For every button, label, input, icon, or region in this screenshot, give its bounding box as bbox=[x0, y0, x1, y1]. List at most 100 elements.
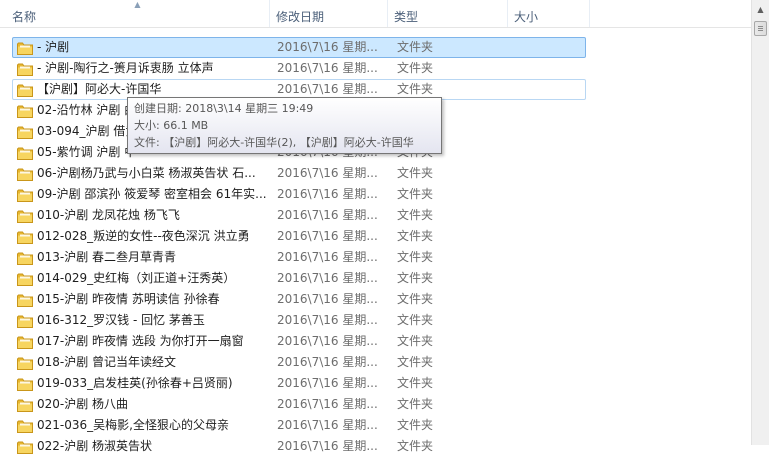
tooltip-created-date: 创建日期: 2018\3\14 星期三 19:49 bbox=[134, 102, 314, 115]
item-type: 文件夹 bbox=[397, 250, 434, 264]
item-name: 06-沪剧杨乃武与小白菜 杨淑英告状 石... bbox=[37, 166, 256, 180]
scroll-up-arrow-icon[interactable]: ▲ bbox=[753, 1, 768, 18]
tooltip-size: 大小: 66.1 MB bbox=[134, 119, 209, 132]
column-header-name-label: 名称 bbox=[12, 10, 37, 24]
folder-icon bbox=[17, 420, 33, 433]
item-date-modified: 2016\7\16 星期... bbox=[277, 355, 378, 369]
list-item[interactable]: 016-312_罗汉钱 - 回忆 茅善玉 2016\7\16 星期... 文件夹 bbox=[12, 310, 586, 331]
list-item[interactable]: 010-沪剧 龙凤花烛 杨飞飞 2016\7\16 星期... 文件夹 bbox=[12, 205, 586, 226]
item-type: 文件夹 bbox=[397, 208, 434, 222]
list-item[interactable]: 019-033_启发桂英(孙徐春+吕贤丽) 2016\7\16 星期... 文件夹 bbox=[12, 373, 586, 394]
item-type: 文件夹 bbox=[397, 271, 434, 285]
item-date-modified: 2016\7\16 星期... bbox=[277, 397, 378, 411]
item-type: 文件夹 bbox=[397, 418, 434, 432]
list-item[interactable]: 09-沪剧 邵滨孙 筱爱琴 密室相会 61年实... 2016\7\16 星期..… bbox=[12, 184, 586, 205]
item-type: 文件夹 bbox=[397, 187, 434, 201]
folder-icon bbox=[17, 84, 33, 97]
list-item[interactable]: 018-沪剧 曾记当年读经文 2016\7\16 星期... 文件夹 bbox=[12, 352, 586, 373]
item-name: 015-沪剧 昨夜情 苏明读信 孙徐春 bbox=[37, 292, 220, 306]
column-header-date-label: 修改日期 bbox=[276, 10, 325, 24]
item-date-modified: 2016\7\16 星期... bbox=[277, 334, 378, 348]
item-date-modified: 2016\7\16 星期... bbox=[277, 418, 378, 432]
vertical-scrollbar[interactable]: ▲ bbox=[751, 0, 769, 445]
column-header-bar: ▲ 名称 修改日期 类型 大小 bbox=[0, 0, 751, 28]
column-header-type-label: 类型 bbox=[394, 10, 419, 24]
list-item[interactable]: 021-036_吴梅影,全怪狠心的父母亲 2016\7\16 星期... 文件夹 bbox=[12, 415, 586, 436]
item-date-modified: 2016\7\16 星期... bbox=[277, 376, 378, 390]
item-date-modified: 2016\7\16 星期... bbox=[277, 40, 378, 54]
item-date-modified: 2016\7\16 星期... bbox=[277, 250, 378, 264]
list-item[interactable]: - 沪剧 2016\7\16 星期... 文件夹 bbox=[12, 37, 586, 58]
folder-icon bbox=[17, 189, 33, 202]
item-type: 文件夹 bbox=[397, 397, 434, 411]
item-name: - 沪剧 bbox=[37, 40, 70, 54]
folder-icon bbox=[17, 441, 33, 454]
item-date-modified: 2016\7\16 星期... bbox=[277, 292, 378, 306]
column-header-date-modified[interactable]: 修改日期 bbox=[270, 0, 388, 27]
folder-icon bbox=[17, 147, 33, 160]
column-header-name[interactable]: 名称 bbox=[6, 0, 270, 27]
item-type: 文件夹 bbox=[397, 40, 434, 54]
item-name: 018-沪剧 曾记当年读经文 bbox=[37, 355, 177, 369]
folder-icon bbox=[17, 42, 33, 55]
column-header-size-label: 大小 bbox=[514, 10, 539, 24]
item-type: 文件夹 bbox=[397, 439, 434, 453]
list-item[interactable]: 017-沪剧 昨夜情 选段 为你打开一扇窗 2016\7\16 星期... 文件夹 bbox=[12, 331, 586, 352]
tooltip-files: 文件: 【沪剧】阿必大-许国华(2), 【沪剧】阿必大-许国华 bbox=[134, 136, 414, 149]
column-header-size[interactable]: 大小 bbox=[508, 0, 590, 27]
folder-icon bbox=[17, 252, 33, 265]
item-type: 文件夹 bbox=[397, 376, 434, 390]
item-name: 010-沪剧 龙凤花烛 杨飞飞 bbox=[37, 208, 180, 222]
folder-icon bbox=[17, 357, 33, 370]
item-name: 09-沪剧 邵滨孙 筱爱琴 密室相会 61年实... bbox=[37, 187, 267, 201]
item-name: 012-028_叛逆的女性--夜色深沉 洪立勇 bbox=[37, 229, 250, 243]
item-date-modified: 2016\7\16 星期... bbox=[277, 271, 378, 285]
scrollbar-thumb[interactable] bbox=[754, 21, 767, 36]
item-date-modified: 2016\7\16 星期... bbox=[277, 61, 378, 75]
list-item[interactable]: 020-沪剧 杨八曲 2016\7\16 星期... 文件夹 bbox=[12, 394, 586, 415]
item-type: 文件夹 bbox=[397, 334, 434, 348]
folder-icon bbox=[17, 231, 33, 244]
folder-icon bbox=[17, 168, 33, 181]
item-name: 016-312_罗汉钱 - 回忆 茅善玉 bbox=[37, 313, 205, 327]
list-item[interactable]: 015-沪剧 昨夜情 苏明读信 孙徐春 2016\7\16 星期... 文件夹 bbox=[12, 289, 586, 310]
item-name: 021-036_吴梅影,全怪狠心的父母亲 bbox=[37, 418, 229, 432]
folder-icon bbox=[17, 378, 33, 391]
item-date-modified: 2016\7\16 星期... bbox=[277, 187, 378, 201]
item-name: 020-沪剧 杨八曲 bbox=[37, 397, 129, 411]
file-info-tooltip: 创建日期: 2018\3\14 星期三 19:49 大小: 66.1 MB 文件… bbox=[127, 97, 442, 154]
list-item[interactable]: - 沪剧-陶行之-箦月诉衷肠 立体声 2016\7\16 星期... 文件夹 bbox=[12, 58, 586, 79]
folder-icon bbox=[17, 126, 33, 139]
list-item[interactable]: 022-沪剧 杨淑英告状 2016\7\16 星期... 文件夹 bbox=[12, 436, 586, 457]
item-date-modified: 2016\7\16 星期... bbox=[277, 229, 378, 243]
list-item[interactable]: 014-029_史红梅（刘正道+汪秀英） 2016\7\16 星期... 文件夹 bbox=[12, 268, 586, 289]
item-type: 文件夹 bbox=[397, 229, 434, 243]
folder-icon bbox=[17, 315, 33, 328]
item-date-modified: 2016\7\16 星期... bbox=[277, 208, 378, 222]
item-date-modified: 2016\7\16 星期... bbox=[277, 439, 378, 453]
item-date-modified: 2016\7\16 星期... bbox=[277, 313, 378, 327]
item-name: 022-沪剧 杨淑英告状 bbox=[37, 439, 153, 453]
list-item[interactable]: 012-028_叛逆的女性--夜色深沉 洪立勇 2016\7\16 星期... 文件… bbox=[12, 226, 586, 247]
item-type: 文件夹 bbox=[397, 355, 434, 369]
folder-icon bbox=[17, 294, 33, 307]
item-name: - 沪剧-陶行之-箦月诉衷肠 立体声 bbox=[37, 61, 214, 75]
folder-icon bbox=[17, 210, 33, 223]
column-header-type[interactable]: 类型 bbox=[388, 0, 508, 27]
list-item[interactable]: 06-沪剧杨乃武与小白菜 杨淑英告状 石... 2016\7\16 星期... 文件… bbox=[12, 163, 586, 184]
list-item[interactable]: 013-沪剧 春二叁月草青青 2016\7\16 星期... 文件夹 bbox=[12, 247, 586, 268]
item-name: 017-沪剧 昨夜情 选段 为你打开一扇窗 bbox=[37, 334, 244, 348]
folder-icon bbox=[17, 336, 33, 349]
item-date-modified: 2016\7\16 星期... bbox=[277, 166, 378, 180]
folder-icon bbox=[17, 105, 33, 118]
item-name: 013-沪剧 春二叁月草青青 bbox=[37, 250, 177, 264]
item-type: 文件夹 bbox=[397, 313, 434, 327]
item-type: 文件夹 bbox=[397, 61, 434, 75]
item-name: 019-033_启发桂英(孙徐春+吕贤丽) bbox=[37, 376, 233, 390]
folder-icon bbox=[17, 399, 33, 412]
folder-icon bbox=[17, 63, 33, 76]
item-type: 文件夹 bbox=[397, 292, 434, 306]
item-name: 014-029_史红梅（刘正道+汪秀英） bbox=[37, 271, 236, 285]
item-type: 文件夹 bbox=[397, 166, 434, 180]
folder-icon bbox=[17, 273, 33, 286]
